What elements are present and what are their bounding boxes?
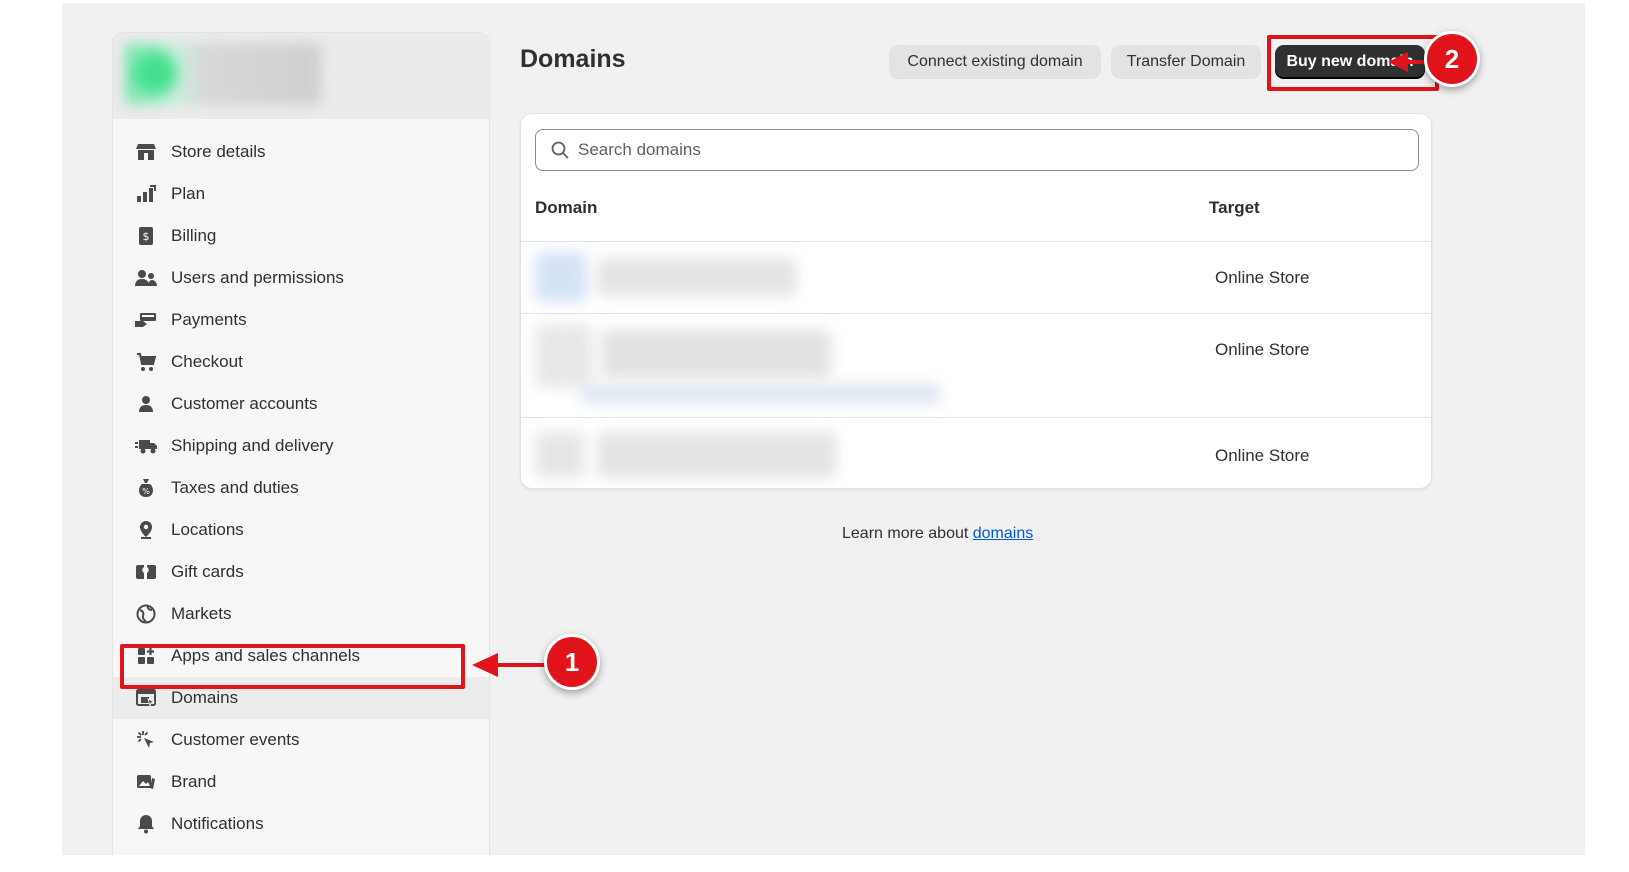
table-row[interactable]: Online Store (521, 241, 1431, 313)
search-input[interactable]: Search domains (535, 129, 1419, 171)
domains-card: Search domains Domain Target Online Stor… (520, 113, 1432, 489)
sidebar-item-shipping-and-delivery[interactable]: Shipping and delivery (113, 425, 489, 467)
sidebar-item-taxes-and-duties[interactable]: % Taxes and duties (113, 467, 489, 509)
sidebar-item-label: Locations (171, 520, 244, 539)
search-icon (550, 140, 570, 160)
location-pin-icon (135, 519, 157, 541)
domain-redacted (535, 432, 585, 478)
payments-hand-icon (135, 309, 157, 331)
bell-icon (135, 813, 157, 835)
sidebar-item-users-and-permissions[interactable]: Users and permissions (113, 257, 489, 299)
sidebar-item-customer-accounts[interactable]: Customer accounts (113, 383, 489, 425)
connect-existing-domain-button[interactable]: Connect existing domain (889, 45, 1101, 79)
learn-more-text: Learn more about (842, 525, 973, 542)
sidebar-item-markets[interactable]: Markets (113, 593, 489, 635)
annotation-badge-1: 1 (544, 634, 600, 690)
settings-canvas: Store details Plan $ Billing Users and p… (62, 3, 1585, 855)
cursor-click-icon (135, 729, 157, 751)
store-avatar (133, 51, 177, 95)
page-title: Domains (520, 45, 626, 73)
table-row[interactable]: Online Store (521, 313, 1431, 417)
domain-redacted (597, 432, 837, 478)
sidebar-item-label: Shipping and delivery (171, 436, 334, 455)
sidebar-item-notifications[interactable]: Notifications (113, 803, 489, 845)
transfer-domain-button[interactable]: Transfer Domain (1111, 45, 1261, 79)
sidebar-item-label: Customer accounts (171, 394, 318, 413)
annotation-arrow-1-head (472, 653, 498, 677)
tax-bag-icon: % (135, 477, 157, 499)
sidebar-item-label: Store details (171, 142, 266, 161)
sidebar-item-label: Taxes and duties (171, 478, 299, 497)
sidebar-item-locations[interactable]: Locations (113, 509, 489, 551)
annotation-badge-2: 2 (1424, 31, 1480, 87)
sidebar-item-billing[interactable]: $ Billing (113, 215, 489, 257)
brand-image-icon (135, 771, 157, 793)
sidebar-item-label: Plan (171, 184, 206, 203)
target-value: Online Store (1215, 446, 1310, 465)
sidebar-item-payments[interactable]: Payments (113, 299, 489, 341)
sidebar-item-label: Payments (171, 310, 247, 329)
sidebar-item-label: Brand (171, 772, 217, 791)
store-header[interactable] (113, 33, 489, 119)
domain-redacted (535, 252, 587, 302)
sidebar-item-brand[interactable]: Brand (113, 761, 489, 803)
person-icon (135, 393, 157, 415)
table-row[interactable]: Online Store (521, 417, 1431, 488)
domain-redacted (581, 384, 941, 404)
column-header-target: Target (1209, 198, 1260, 217)
cart-icon (135, 351, 157, 373)
settings-sidebar: Store details Plan $ Billing Users and p… (112, 32, 490, 855)
domains-help-link[interactable]: domains (973, 525, 1033, 542)
search-placeholder: Search domains (578, 140, 701, 159)
target-value: Online Store (1215, 268, 1310, 287)
gift-card-icon (135, 561, 157, 583)
users-icon (135, 267, 157, 289)
svg-text:%: % (142, 487, 150, 496)
sidebar-item-gift-cards[interactable]: Gift cards (113, 551, 489, 593)
highlight-domains-nav (120, 644, 465, 689)
annotation-arrow-2-head (1388, 52, 1408, 72)
sidebar-item-plan[interactable]: Plan (113, 173, 489, 215)
svg-text:$: $ (143, 230, 150, 243)
globe-icon (135, 603, 157, 625)
sidebar-item-label: Markets (171, 604, 232, 623)
domain-redacted (535, 324, 593, 388)
settings-nav: Store details Plan $ Billing Users and p… (113, 119, 489, 855)
sidebar-item-label: Notifications (171, 814, 264, 833)
sidebar-item-store-details[interactable]: Store details (113, 131, 489, 173)
domains-icon (135, 687, 157, 709)
sidebar-item-label: Users and permissions (171, 268, 344, 287)
domain-redacted (601, 330, 831, 378)
billing-receipt-icon: $ (135, 225, 157, 247)
learn-more-footer: Learn more about domains (842, 525, 1033, 543)
sidebar-item-customer-events[interactable]: Customer events (113, 719, 489, 761)
sidebar-item-label: Billing (171, 226, 217, 245)
sidebar-item-label: Domains (171, 688, 239, 707)
sidebar-item-label: Customer events (171, 730, 300, 749)
sidebar-item-label: Checkout (171, 352, 243, 371)
sidebar-item-checkout[interactable]: Checkout (113, 341, 489, 383)
sidebar-item-label: Gift cards (171, 562, 244, 581)
annotation-arrow-1-line (494, 663, 546, 667)
truck-icon (135, 435, 157, 457)
store-icon (135, 141, 157, 163)
target-value: Online Store (1215, 340, 1310, 359)
plan-chart-icon (135, 183, 157, 205)
column-header-domain: Domain (535, 198, 598, 217)
domain-redacted (597, 258, 797, 296)
